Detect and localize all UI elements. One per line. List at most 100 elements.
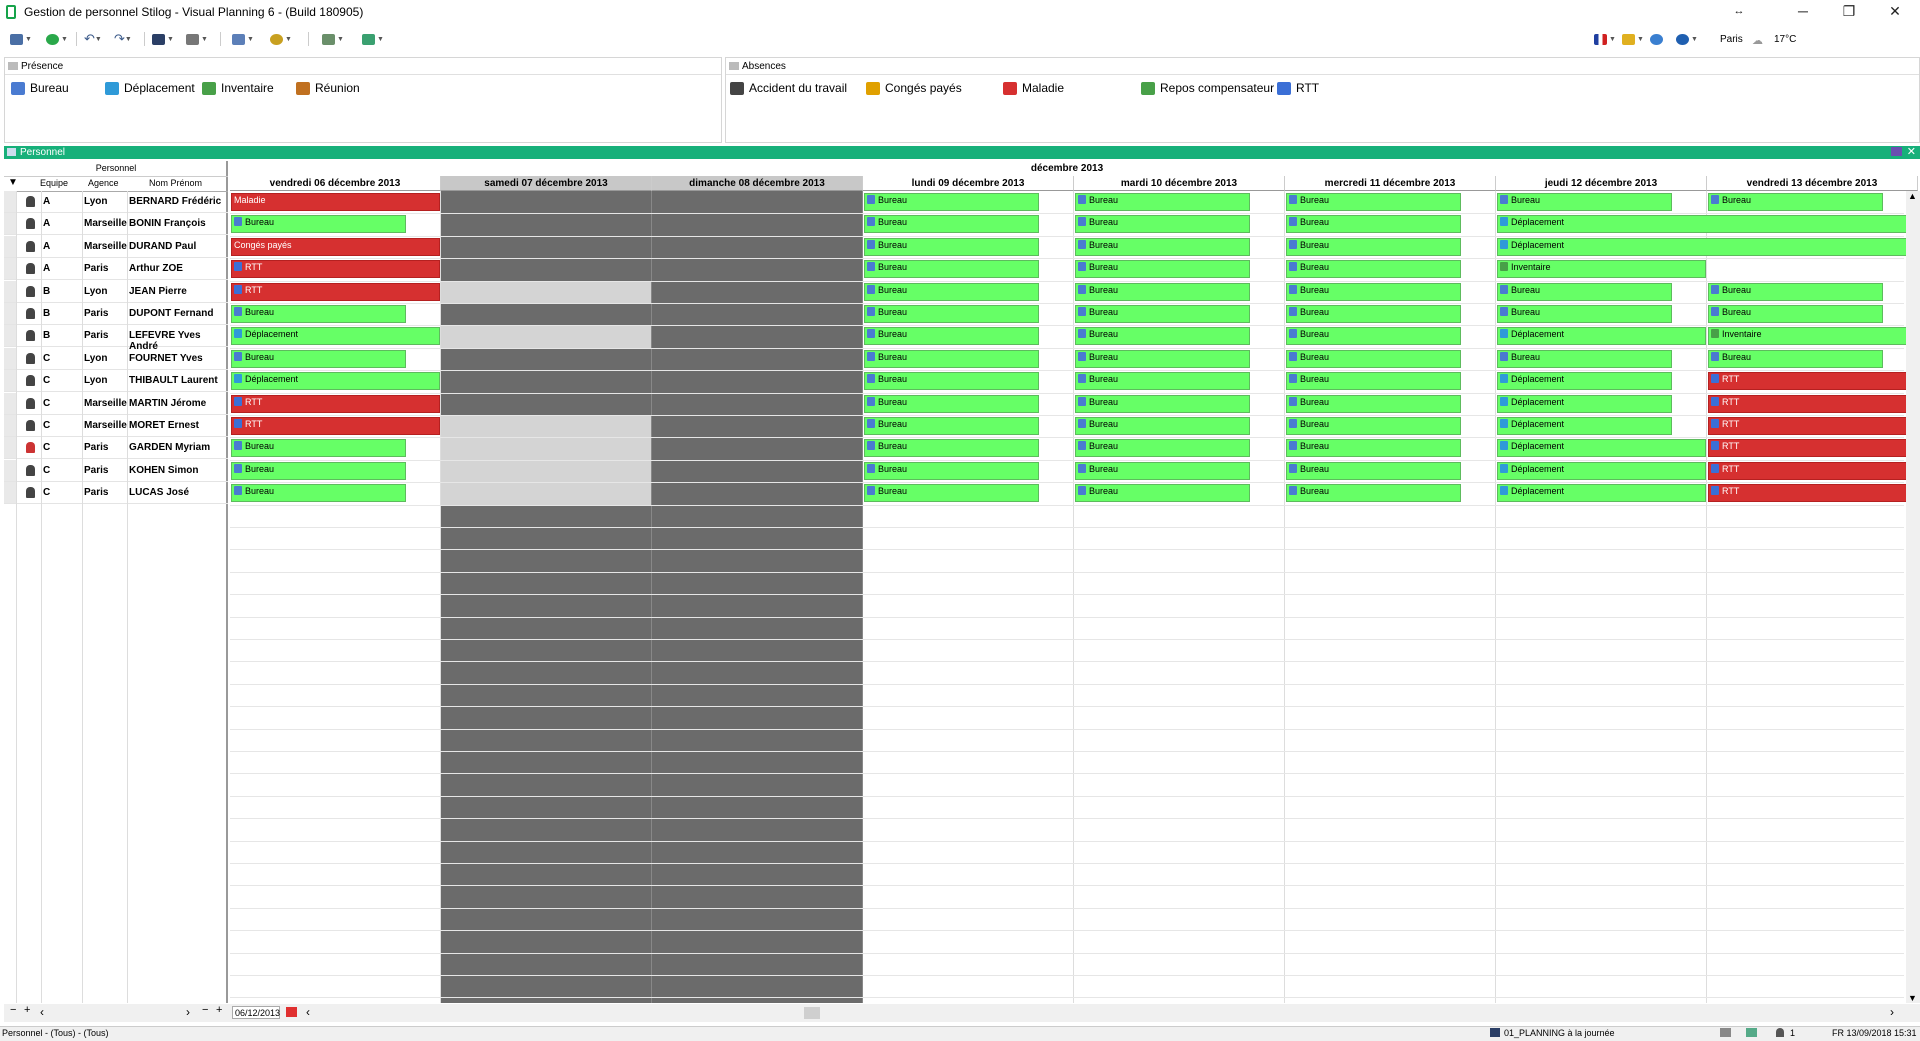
day-header[interactable]: dimanche 08 décembre 2013 (652, 176, 863, 191)
chat-button[interactable] (1650, 30, 1665, 48)
planning-event[interactable]: Bureau (1286, 394, 1462, 413)
filter-dropdown-icon[interactable]: ▼ (8, 177, 18, 188)
planning-event[interactable]: Inventaire (1497, 260, 1706, 279)
planning-event[interactable]: RTT (231, 394, 440, 413)
day-header[interactable]: mardi 10 décembre 2013 (1074, 176, 1285, 191)
planning-event[interactable]: RTT (231, 260, 440, 279)
planning-event[interactable]: Bureau (1708, 193, 1884, 211)
planning-event[interactable]: Bureau (864, 215, 1040, 234)
non-working-cell[interactable] (441, 437, 651, 460)
dock-icon[interactable] (1891, 147, 1902, 156)
planning-event[interactable]: Bureau (864, 484, 1040, 503)
planning-event[interactable]: Bureau (864, 282, 1040, 301)
planning-event[interactable]: Bureau (1075, 327, 1251, 346)
planning-event[interactable]: Bureau (1497, 305, 1673, 323)
planning-event[interactable]: Bureau (1497, 193, 1673, 211)
planning-event[interactable]: Déplacement (1497, 461, 1706, 480)
planning-event[interactable]: Bureau (864, 349, 1040, 368)
zoom-out-icon[interactable]: − (202, 1004, 208, 1016)
planning-event[interactable]: Bureau (1075, 193, 1251, 211)
add-menu-button[interactable]: ▼ (46, 30, 68, 48)
planning-event[interactable]: Maladie (231, 193, 440, 211)
print-menu-button[interactable]: ▼ (186, 30, 208, 48)
redo-button[interactable]: ↷ ▼ (114, 30, 132, 48)
planning-event[interactable]: Bureau (864, 260, 1040, 279)
document-menu-button[interactable]: ▼ (232, 30, 254, 48)
planning-event[interactable]: Bureau (231, 461, 407, 480)
planning-event[interactable]: Inventaire (1708, 327, 1917, 346)
personnel-row[interactable]: A Marseille BONIN François (4, 213, 228, 236)
undo-button[interactable]: ↶ ▼ (84, 30, 102, 48)
personnel-row[interactable]: A Marseille DURAND Paul (4, 235, 228, 258)
planning-event[interactable]: Déplacement (1497, 327, 1706, 346)
planning-event[interactable]: Déplacement (1497, 215, 1917, 234)
planning-event[interactable]: Bureau (1286, 349, 1462, 368)
resize-arrow-icon[interactable]: ↔ (1716, 0, 1762, 24)
expand-icon[interactable]: + (24, 1004, 30, 1016)
non-working-cell[interactable] (441, 280, 651, 303)
personnel-row[interactable]: B Paris LEFEVRE Yves André (4, 325, 228, 352)
planning-event[interactable]: Bureau (1286, 305, 1462, 323)
scroll-left-icon[interactable]: ‹ (306, 1005, 310, 1019)
left-scroll-left-icon[interactable]: ‹ (40, 1005, 44, 1019)
personnel-row[interactable]: A Lyon BERNARD Frédéric (4, 191, 228, 213)
planning-event[interactable]: Déplacement (1497, 237, 1917, 256)
planning-event[interactable]: Déplacement (1497, 394, 1673, 413)
planning-event[interactable]: Bureau (864, 327, 1040, 346)
tools-menu-button[interactable]: ▼ (270, 30, 292, 48)
non-working-cell[interactable] (441, 482, 651, 505)
day-header[interactable]: vendredi 13 décembre 2013 (1707, 176, 1918, 191)
planning-event[interactable]: Bureau (231, 349, 407, 368)
col-agence[interactable]: Agence (88, 178, 119, 188)
planning-event[interactable]: Bureau (1075, 215, 1251, 234)
planning-event[interactable]: Bureau (1075, 417, 1251, 435)
planning-event[interactable]: Bureau (1075, 484, 1251, 503)
planning-event[interactable]: Déplacement (1497, 484, 1706, 503)
day-header[interactable]: vendredi 06 décembre 2013 (230, 176, 441, 191)
personnel-row[interactable]: C Lyon THIBAULT Laurent (4, 370, 228, 393)
personnel-row[interactable]: C Paris KOHEN Simon (4, 459, 228, 482)
planning-event[interactable]: Déplacement (231, 327, 440, 346)
col-nom-prenom[interactable]: Nom Prénom (149, 178, 202, 188)
planning-event[interactable]: Bureau (1497, 282, 1673, 301)
planning-event[interactable]: Bureau (1075, 439, 1251, 458)
legend-accident-du-travail[interactable]: Accident du travail (730, 81, 847, 95)
screen-menu-button[interactable]: ▼ (152, 30, 174, 48)
key-button[interactable]: ▼ (1622, 30, 1644, 48)
planning-event[interactable]: Bureau (1286, 282, 1462, 301)
planning-event[interactable]: RTT (1708, 417, 1917, 435)
planning-event[interactable]: Congés payés (231, 237, 440, 256)
scroll-right-icon[interactable]: › (1890, 1005, 1894, 1019)
close-button[interactable]: ✕ (1872, 0, 1918, 24)
planning-event[interactable]: Bureau (1075, 461, 1251, 480)
day-header[interactable]: mercredi 11 décembre 2013 (1285, 176, 1496, 191)
scroll-down-icon[interactable]: ▼ (1908, 993, 1917, 1003)
planning-event[interactable]: Bureau (1708, 349, 1884, 368)
report-icon[interactable] (1746, 1028, 1757, 1037)
layout-icon[interactable] (1720, 1028, 1731, 1037)
status-view[interactable]: 01_PLANNING à la journée (1504, 1028, 1615, 1038)
legend-deplacement[interactable]: Déplacement (105, 81, 195, 95)
planning-event[interactable]: Bureau (1075, 394, 1251, 413)
legend-repos-compensateur[interactable]: Repos compensateur (1141, 81, 1274, 95)
maximize-button[interactable]: ❐ (1826, 0, 1872, 24)
planning-event[interactable]: RTT (1708, 372, 1917, 391)
planning-event[interactable]: Bureau (864, 237, 1040, 256)
horizontal-scroll-thumb[interactable] (804, 1007, 820, 1019)
left-scroll-right-icon[interactable]: › (186, 1005, 190, 1019)
planning-event[interactable]: Bureau (1286, 372, 1462, 391)
planning-event[interactable]: RTT (1708, 461, 1917, 480)
planning-event[interactable]: Bureau (1286, 327, 1462, 346)
planning-event[interactable]: Bureau (864, 439, 1040, 458)
planning-event[interactable]: RTT (231, 417, 440, 435)
open-menu-button[interactable]: ▼ (10, 30, 32, 48)
planning-event[interactable]: Bureau (864, 305, 1040, 323)
planning-event[interactable]: Bureau (1497, 349, 1673, 368)
planning-event[interactable]: Bureau (1708, 305, 1884, 323)
col-equipe[interactable]: Equipe (40, 178, 68, 188)
minimize-button[interactable]: ─ (1780, 0, 1826, 24)
language-button[interactable]: ▼ (1594, 30, 1616, 48)
personnel-row[interactable]: C Paris LUCAS José (4, 482, 228, 505)
calendar-icon[interactable] (286, 1007, 297, 1017)
legend-rtt[interactable]: RTT (1277, 81, 1319, 95)
